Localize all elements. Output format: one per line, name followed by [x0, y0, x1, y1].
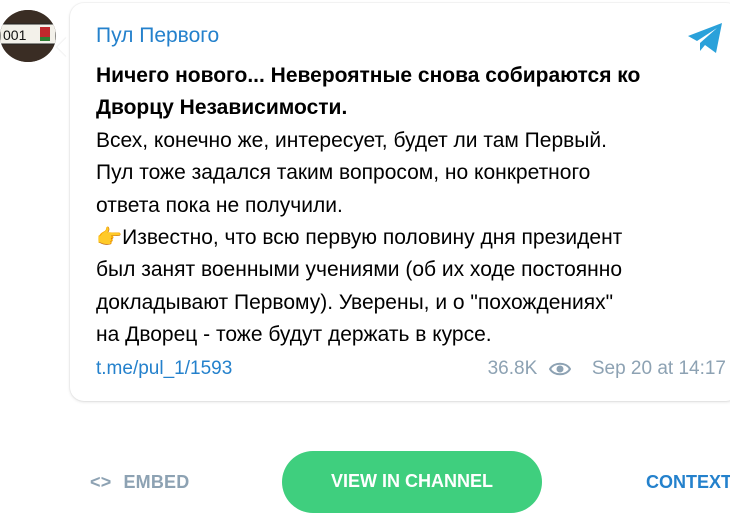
context-button[interactable]: CONTEXT — [646, 472, 730, 493]
views-count: 36.8K — [487, 358, 538, 379]
post-link[interactable]: t.me/pul_1/1593 — [96, 358, 232, 380]
message-line-2: Пул тоже задался таким вопросом, но конк… — [96, 161, 591, 185]
message-line: 👉Известно, что всю первую половину дня п… — [96, 222, 724, 254]
message-line-1: Всех, конечно же, интересует, будет ли т… — [96, 128, 607, 152]
embed-button[interactable]: <> EMBED — [90, 472, 189, 493]
context-label: CONTEXT — [646, 472, 730, 492]
view-in-channel-button[interactable]: VIEW IN CHANNEL — [282, 451, 542, 513]
message-line-3: ответа пока не получили. — [96, 193, 343, 217]
message-text: Ничего нового... Невероятные снова собир… — [96, 60, 724, 352]
code-icon: <> — [90, 472, 112, 492]
message-meta: 36.8K Sep 20 at 14:17 — [488, 358, 726, 380]
message-line-6: докладывают Первому). Уверены, и о "похо… — [96, 290, 614, 314]
message-line: Ничего нового... Невероятные снова собир… — [96, 60, 724, 92]
embed-label: EMBED — [123, 472, 190, 492]
eye-icon — [548, 362, 571, 376]
message-line-5: был занят военными учениями (об их ходе … — [96, 258, 623, 282]
post-date[interactable]: Sep 20 at 14:17 — [592, 358, 726, 379]
channel-name[interactable]: Пул Первого — [96, 24, 219, 48]
message-bold-line-1: Ничего нового... Невероятные снова собир… — [96, 64, 641, 87]
message-bold-line-2: Дворцу Независимости. — [96, 96, 348, 120]
message-footer: t.me/pul_1/1593 36.8K Sep 20 at 14:17 — [96, 356, 726, 386]
avatar-image: 001 — [0, 10, 56, 62]
avatar-plate-text: 001 — [3, 27, 27, 43]
message-line: Дворцу Независимости. — [96, 92, 724, 124]
pointing-hand-emoji: 👉 — [96, 226, 123, 250]
telegram-icon[interactable] — [686, 20, 726, 56]
message-line-4: Известно, что всю первую половину дня пр… — [122, 226, 623, 250]
channel-avatar[interactable]: 001 — [0, 10, 56, 62]
message-line-7: на Дворец - тоже будут держать в курсе. — [96, 323, 492, 347]
view-in-channel-label: VIEW IN CHANNEL — [331, 471, 493, 491]
